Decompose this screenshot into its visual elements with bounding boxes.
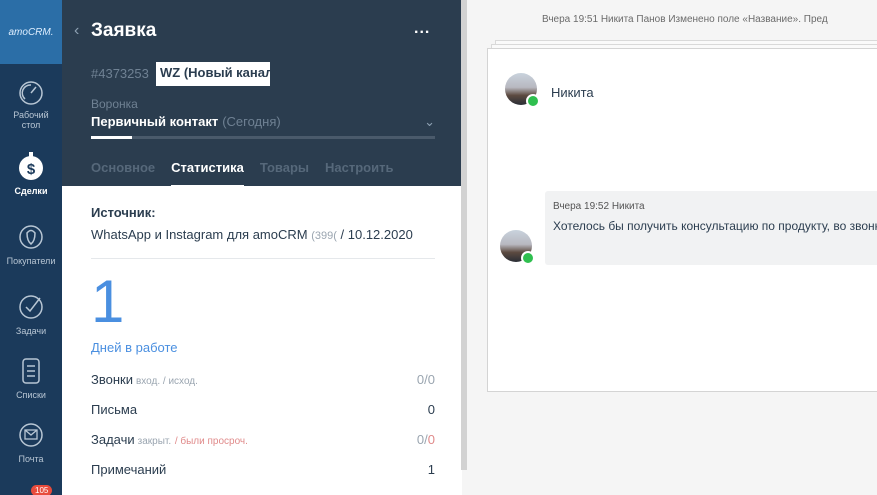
customers-icon <box>19 225 43 249</box>
mail-icon <box>19 423 43 447</box>
stat-label: Примечаний <box>91 462 167 477</box>
dashboard-icon <box>19 81 43 105</box>
stat-row-emails: Письма 0 <box>91 402 435 417</box>
days-label: Дней в работе <box>91 340 178 355</box>
chat-panel: Никита Вчера 19:52 Никита Хотелось бы по… <box>487 48 877 392</box>
app-window: amoCRM. Рабочий стол $ Сделки Покупатели… <box>0 0 877 495</box>
activity-feed: Вчера 19:51 Никита Панов Изменено поле «… <box>467 0 877 495</box>
whatsapp-icon <box>521 251 535 265</box>
lead-header: ‹ Заявка ... #4373253 WZ (Новый канал Во… <box>62 0 462 188</box>
stat-sub: закрыт. <box>137 436 172 447</box>
stat-label: Звонки <box>91 372 133 387</box>
divider <box>91 258 435 259</box>
stage-progress-fill <box>91 136 133 139</box>
main-nav: amoCRM. Рабочий стол $ Сделки Покупатели… <box>0 0 62 495</box>
tab-products[interactable]: Товары <box>260 160 309 188</box>
nav-label: Задачи <box>15 326 47 336</box>
lead-name-input[interactable]: WZ (Новый канал <box>156 62 270 86</box>
nav-label: Сделки <box>14 186 48 196</box>
nav-item-deals[interactable]: $ Сделки <box>0 152 62 196</box>
logo-text: amoCRM. <box>8 26 54 38</box>
stat-sub: вход. / исход. <box>135 376 198 387</box>
whatsapp-icon <box>526 94 540 108</box>
nav-item-mail[interactable]: Почта <box>0 420 62 464</box>
tab-settings[interactable]: Настроить <box>325 160 393 188</box>
stage-name: Первичный контакт <box>91 114 219 129</box>
notifications-badge[interactable]: 105 <box>31 485 53 495</box>
stage-select[interactable]: Первичный контакт (Сегодня) ⌄ <box>91 114 435 129</box>
stage-time: (Сегодня) <box>222 114 281 129</box>
stat-row-notes: Примечаний 1 <box>91 462 435 477</box>
stage-progress-bar <box>91 136 435 139</box>
svg-text:$: $ <box>27 161 36 178</box>
source-value: WhatsApp и Instagram для amoCRM (399( / … <box>91 227 443 242</box>
lead-card: ‹ Заявка ... #4373253 WZ (Новый канал Во… <box>62 0 462 495</box>
nav-label: Списки <box>16 390 46 400</box>
nav-label: Покупатели <box>6 256 56 266</box>
nav-item-tasks[interactable]: Задачи <box>0 292 62 336</box>
tab-main[interactable]: Основное <box>91 160 155 188</box>
contact-name[interactable]: Никита <box>551 85 594 100</box>
logo[interactable]: amoCRM. <box>0 0 62 64</box>
source-name: WhatsApp и Instagram для amoCRM <box>91 227 308 242</box>
stat-value-closed: 0/ <box>416 432 428 447</box>
nav-label: Рабочий стол <box>13 110 49 130</box>
stat-sub-overdue: / были просроч. <box>174 436 248 447</box>
deals-icon: $ <box>19 152 43 180</box>
funnel-label: Воронка <box>91 97 138 111</box>
source-date: / 10.12.2020 <box>340 227 413 242</box>
card-tabs: Основное Статистика Товары Настроить <box>91 160 409 188</box>
days-count: 1 <box>91 268 125 335</box>
source-extra: (399( <box>311 230 337 242</box>
more-options-icon[interactable]: ... <box>414 20 430 38</box>
feed-event: Вчера 19:51 Никита Панов Изменено поле «… <box>542 14 828 25</box>
stat-row-tasks: Задачи закрыт. / были просроч. 0/0 <box>91 432 435 447</box>
page-title: Заявка <box>91 20 157 41</box>
stat-value-overdue: 0 <box>427 432 435 447</box>
stat-label: Письма <box>91 402 138 417</box>
stat-value: 0 <box>427 402 435 417</box>
lead-id: #4373253 <box>91 66 149 81</box>
source-label: Источник: <box>91 205 156 220</box>
stat-label: Задачи <box>91 432 135 447</box>
stat-value: 0/0 <box>417 432 435 447</box>
stat-value: 1 <box>427 462 435 477</box>
stat-row-calls: Звонки вход. / исход. 0/0 <box>91 372 435 387</box>
chevron-down-icon: ⌄ <box>424 114 435 129</box>
back-chevron-icon[interactable]: ‹ <box>74 22 79 40</box>
tasks-icon <box>19 295 43 319</box>
tab-statistics[interactable]: Статистика <box>171 160 244 188</box>
nav-item-lists[interactable]: Списки <box>0 356 62 400</box>
nav-item-customers[interactable]: Покупатели <box>0 222 62 266</box>
lists-icon <box>22 358 40 384</box>
nav-label: Почта <box>18 454 44 464</box>
message-meta: Вчера 19:52 Никита <box>553 201 645 212</box>
nav-item-dashboard[interactable]: Рабочий стол <box>0 80 62 130</box>
message-text: Хотелось бы получить консультацию по про… <box>553 219 877 233</box>
stat-value: 0/0 <box>416 372 435 387</box>
message-bubble: Вчера 19:52 Никита Хотелось бы получить … <box>545 191 877 265</box>
